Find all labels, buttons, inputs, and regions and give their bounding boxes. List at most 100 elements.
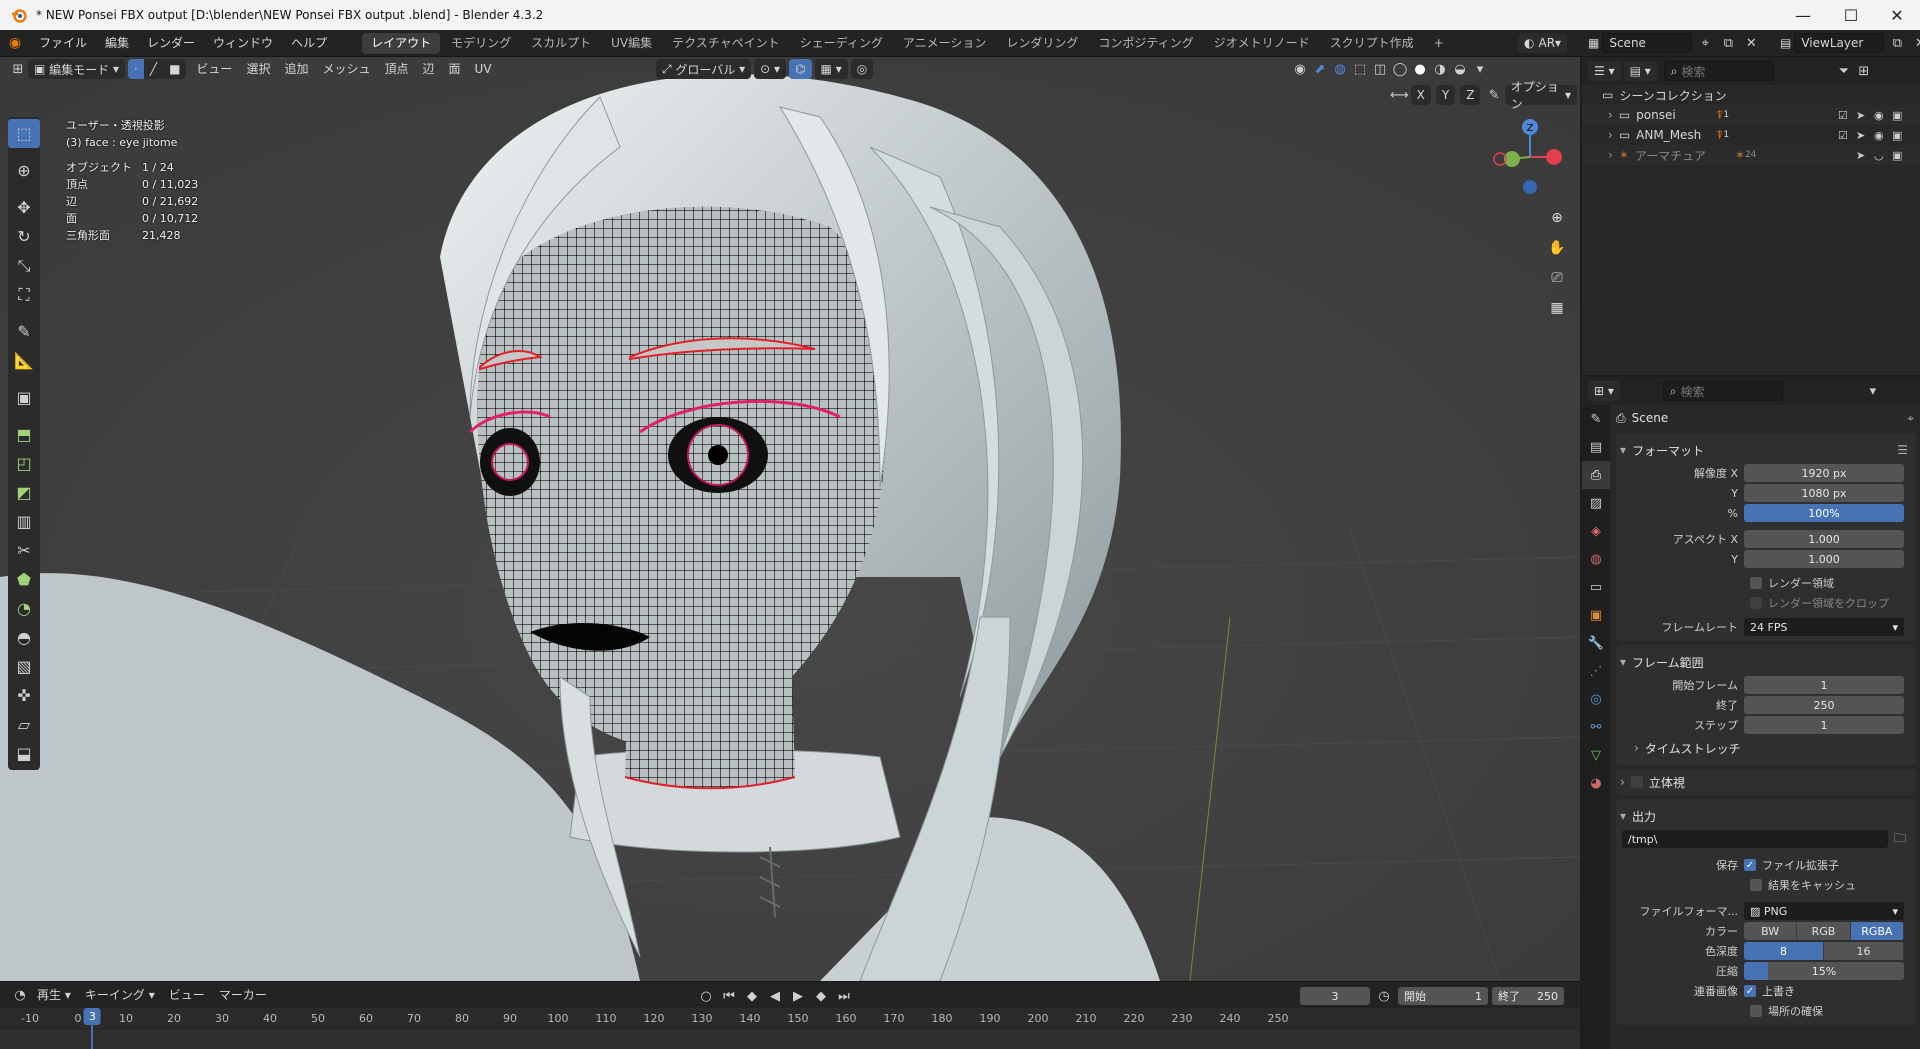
move-tool[interactable]: ✥ bbox=[8, 193, 40, 222]
pin-icon[interactable]: ⌖ bbox=[1695, 33, 1715, 53]
color-mode-bw[interactable]: BW bbox=[1744, 922, 1798, 940]
tab-layout[interactable]: レイアウト bbox=[362, 32, 441, 54]
snap-icon[interactable]: ⌬ bbox=[789, 59, 812, 79]
visibility-icon[interactable]: ◉ bbox=[1290, 59, 1310, 79]
end-frame-field[interactable]: 終了 250 bbox=[1492, 987, 1564, 1005]
select-arrow-icon[interactable]: ➤ bbox=[1856, 109, 1865, 122]
menu-edge[interactable]: 辺 bbox=[416, 57, 442, 81]
close-icon[interactable]: ✕ bbox=[1874, 0, 1920, 30]
expand-arrow-icon[interactable]: › bbox=[1608, 148, 1613, 162]
camera-icon[interactable]: ▣ bbox=[1892, 149, 1902, 162]
constraints-tab-icon[interactable]: ⚯ bbox=[1582, 713, 1610, 741]
frame-step-field[interactable]: 1 bbox=[1744, 716, 1904, 734]
rotate-tool[interactable]: ↻ bbox=[8, 222, 40, 251]
knife-tool[interactable]: ✂ bbox=[8, 536, 40, 565]
zoom-icon[interactable]: ⊕ bbox=[1544, 205, 1570, 231]
vertex-select-icon[interactable]: · bbox=[128, 59, 144, 79]
pan-hand-icon[interactable]: ✋ bbox=[1544, 235, 1570, 261]
tab-modeling[interactable]: モデリング bbox=[442, 33, 520, 54]
compression-slider[interactable]: 15% bbox=[1744, 962, 1904, 980]
overlay-icon[interactable]: ◍ bbox=[1330, 59, 1350, 79]
color-depth-selector[interactable]: 8 16 bbox=[1744, 942, 1904, 960]
delete-scene-icon[interactable]: ✕ bbox=[1741, 33, 1761, 53]
loop-cut-tool[interactable]: ▥ bbox=[8, 507, 40, 536]
expand-arrow-icon[interactable]: › bbox=[1608, 108, 1613, 122]
mode-selector[interactable]: ▣ 編集モード ▾ bbox=[28, 59, 126, 79]
gizmo-icon[interactable]: ⬈ bbox=[1310, 59, 1330, 79]
checkbox-icon[interactable]: ☑ bbox=[1838, 129, 1848, 142]
output-path-input[interactable]: /tmp\ bbox=[1622, 830, 1888, 848]
menu-face[interactable]: 面 bbox=[442, 57, 468, 81]
playhead-frame-badge[interactable]: 3 bbox=[83, 1008, 101, 1025]
collection-tab-icon[interactable]: ▭ bbox=[1582, 573, 1610, 601]
aspect-y-field[interactable]: 1.000 bbox=[1744, 550, 1904, 568]
display-mode-icon[interactable]: ▤ ▾ bbox=[1623, 61, 1657, 81]
extrude-tool[interactable]: ⬒ bbox=[8, 420, 40, 449]
tab-geometry-nodes[interactable]: ジオメトリノード bbox=[1205, 33, 1319, 54]
frame-range-panel-header[interactable]: ▾ フレーム範囲 bbox=[1616, 649, 1916, 675]
resolution-percent-field[interactable]: 100% bbox=[1744, 504, 1904, 522]
tab-scripting[interactable]: スクリプト作成 bbox=[1321, 33, 1423, 54]
options-dropdown[interactable]: オプション ▾ bbox=[1504, 80, 1577, 111]
next-key-icon[interactable]: ◆ bbox=[811, 986, 831, 1006]
timeline-ruler[interactable]: -10 0 10 20 30 40 50 60 70 80 90 100 110 120 130 140 150… bbox=[0, 1008, 1580, 1030]
ortho-grid-icon[interactable]: ▦ bbox=[1544, 295, 1570, 321]
new-collection-icon[interactable]: ⊞ bbox=[1854, 61, 1874, 81]
checkbox-icon[interactable]: ☑ bbox=[1838, 109, 1848, 122]
expand-arrow-icon[interactable]: › bbox=[1608, 128, 1613, 142]
particles-tab-icon[interactable]: ⋰ bbox=[1582, 657, 1610, 685]
tab-uv-editing[interactable]: UV編集 bbox=[602, 33, 661, 54]
menu-help[interactable]: ヘルプ bbox=[282, 30, 336, 57]
camera-view-icon[interactable]: ⎚ bbox=[1544, 265, 1570, 291]
resolution-x-field[interactable]: 1920 px bbox=[1744, 464, 1904, 482]
shear-tool[interactable]: ▱ bbox=[8, 710, 40, 739]
outliner-editor-type-icon[interactable]: ☰ ▾ bbox=[1588, 61, 1621, 81]
play-reverse-icon[interactable]: ◀ bbox=[765, 986, 785, 1006]
menu-keying[interactable]: キーイング ▾ bbox=[78, 983, 162, 1007]
viewlayer-selector[interactable]: ViewLayer bbox=[1794, 33, 1885, 53]
face-select-icon[interactable]: ■ bbox=[163, 59, 187, 79]
scene-collection-row[interactable]: ▭ シーンコレクション bbox=[1582, 85, 1920, 105]
outliner-search-input[interactable]: ⌕ 検索 bbox=[1663, 61, 1774, 81]
time-stretch-subpanel[interactable]: › タイムストレッチ bbox=[1616, 735, 1916, 761]
menu-playback[interactable]: 再生 ▾ bbox=[30, 983, 78, 1007]
pin-icon[interactable]: ⌖ bbox=[1907, 411, 1914, 426]
tab-shading[interactable]: シェーディング bbox=[791, 33, 892, 54]
jump-end-icon[interactable]: ⏭ bbox=[834, 986, 854, 1006]
scene-selector[interactable]: Scene bbox=[1602, 33, 1693, 53]
physics-tab-icon[interactable]: ◎ bbox=[1582, 685, 1610, 713]
tab-sculpt[interactable]: スカルプト bbox=[522, 33, 600, 54]
blender-menu-icon[interactable]: ◉ bbox=[0, 35, 30, 51]
render-tab-icon[interactable]: ▤ bbox=[1582, 433, 1610, 461]
proportional-edit-icon[interactable]: ◎ bbox=[850, 59, 874, 79]
shading-options-icon[interactable]: ▾ bbox=[1470, 59, 1490, 79]
navigation-gizmo[interactable]: Z bbox=[1490, 117, 1562, 197]
crop-region-checkbox[interactable]: レンダー領域をクロップ bbox=[1750, 593, 1916, 613]
stereoscopy-panel-header[interactable]: › 立体視 bbox=[1616, 769, 1916, 795]
render-region-checkbox[interactable]: レンダー領域 bbox=[1750, 573, 1916, 593]
eye-icon[interactable]: ◉ bbox=[1874, 109, 1884, 122]
camera-icon[interactable]: ▣ bbox=[1892, 129, 1902, 142]
pivot-point-icon[interactable]: ⊙ ▾ bbox=[754, 59, 787, 79]
new-scene-icon[interactable]: ⧉ bbox=[1718, 33, 1738, 53]
menu-edit[interactable]: 編集 bbox=[96, 30, 138, 57]
color-mode-selector[interactable]: BW RGB RGBA bbox=[1744, 922, 1904, 940]
file-extension-checkbox[interactable]: ✓ ファイル拡張子 bbox=[1744, 857, 1839, 873]
filter-icon[interactable]: ⏷ bbox=[1834, 61, 1854, 81]
placeholders-checkbox[interactable]: 場所の確保 bbox=[1750, 1001, 1916, 1021]
shrink-fatten-tool[interactable]: ✜ bbox=[8, 681, 40, 710]
edge-select-icon[interactable]: ╱ bbox=[143, 59, 164, 79]
color-mode-rgb[interactable]: RGB bbox=[1797, 922, 1851, 940]
view-layer-tab-icon[interactable]: ▨ bbox=[1582, 489, 1610, 517]
maximize-icon[interactable]: ☐ bbox=[1828, 0, 1874, 30]
outliner-item-anm-mesh[interactable]: › ▭ ANM_Mesh ⍒ 1 ☑ ➤ ◉ ▣ bbox=[1582, 125, 1920, 145]
modifier-tab-icon[interactable]: 🔧 bbox=[1582, 629, 1610, 657]
eye-closed-icon[interactable]: ◡ bbox=[1874, 149, 1884, 162]
wireframe-shading-icon[interactable]: ◯ bbox=[1390, 59, 1410, 79]
output-panel-header[interactable]: ▾ 出力 bbox=[1616, 803, 1916, 829]
file-format-dropdown[interactable]: ▨ PNG ▾ bbox=[1744, 902, 1904, 920]
menu-marker[interactable]: マーカー bbox=[212, 983, 274, 1007]
menu-file[interactable]: ファイル bbox=[30, 30, 96, 57]
select-box-tool[interactable]: ⬚ bbox=[8, 119, 40, 148]
menu-select[interactable]: 選択 bbox=[239, 57, 277, 81]
